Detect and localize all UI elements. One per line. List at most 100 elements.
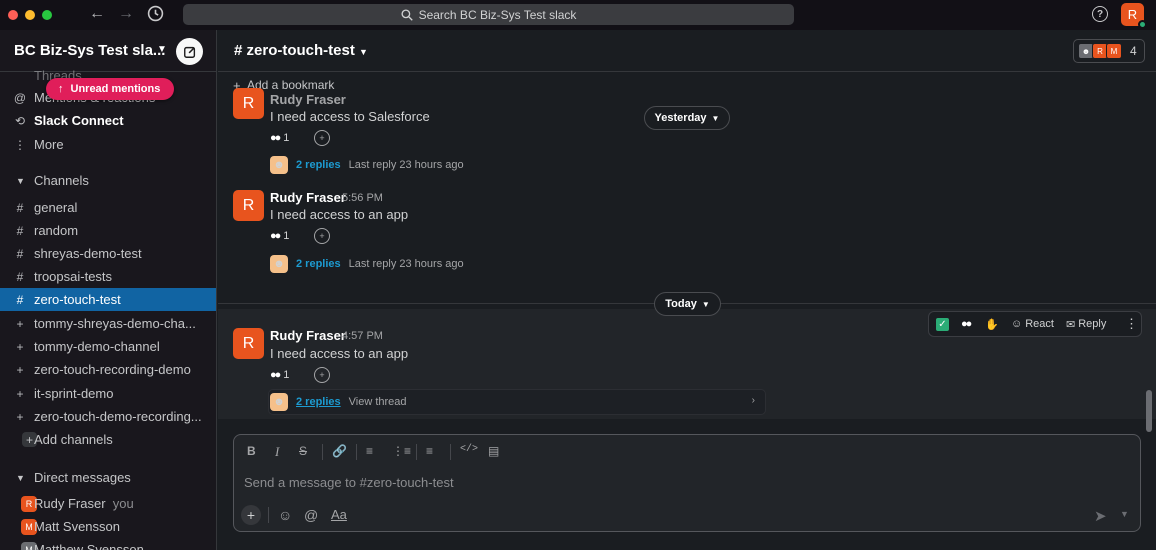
chevron-down-icon: ▼ xyxy=(359,47,368,57)
avatar[interactable]: R xyxy=(233,190,264,221)
emoji-icon[interactable]: ☺ xyxy=(278,507,292,523)
sidebar-channel-active[interactable]: # zero-touch-test xyxy=(0,288,216,311)
minimize-window-button[interactable] xyxy=(25,10,35,20)
toolbar-divider xyxy=(268,507,269,523)
message-time[interactable]: 5:56 PM xyxy=(342,192,383,204)
sidebar-item-more[interactable]: ⋮ More xyxy=(0,133,216,156)
reaction-eyes[interactable]: ●● 1 xyxy=(270,128,289,148)
sidebar-item-slack-connect[interactable]: ⟲ Slack Connect xyxy=(0,109,216,132)
sidebar-channel[interactable]: + it-sprint-demo xyxy=(0,382,216,405)
maximize-window-button[interactable] xyxy=(42,10,52,20)
strikethrough-icon[interactable]: S xyxy=(299,444,307,458)
ordered-list-icon[interactable]: ≡ xyxy=(366,444,373,458)
chevron-down-icon[interactable]: ▼ xyxy=(1120,509,1129,519)
compose-button[interactable] xyxy=(176,38,203,65)
italic-icon[interactable]: I xyxy=(275,444,279,460)
code-block-icon[interactable]: ▤ xyxy=(488,444,499,458)
attach-plus-icon[interactable]: + xyxy=(241,505,261,525)
chevron-down-icon: ▼ xyxy=(157,44,167,55)
reaction-eyes[interactable]: ●● 1 xyxy=(270,226,289,246)
sidebar-channel[interactable]: + zero-touch-demo-recording... xyxy=(0,405,216,428)
message-text: I need access to an app xyxy=(270,207,409,222)
thread-avatar-icon: ☻ xyxy=(270,255,288,273)
view-thread-link[interactable]: View thread xyxy=(349,396,407,408)
forward-arrow-icon[interactable]: → xyxy=(118,5,134,23)
workspace-name[interactable]: BC Biz-Sys Test sla... xyxy=(14,42,165,59)
add-reaction-icon[interactable]: + xyxy=(314,130,330,146)
help-icon[interactable]: ? xyxy=(1092,6,1108,22)
back-arrow-icon[interactable]: ← xyxy=(89,5,105,23)
add-bookmark-button[interactable]: + Add a bookmark xyxy=(218,73,1156,97)
message-time[interactable]: 4:57 PM xyxy=(342,330,383,342)
compose-icon xyxy=(183,46,195,58)
sidebar-channel[interactable]: # troopsai-tests xyxy=(0,265,216,288)
channel-icon: # xyxy=(16,200,24,215)
eyes-emoji-icon: ●● xyxy=(270,132,281,144)
chevron-down-icon: ▼ xyxy=(711,113,720,123)
channel-icon: # xyxy=(16,292,24,307)
sidebar-channel[interactable]: # general xyxy=(0,196,216,219)
react-button[interactable]: ☺ React xyxy=(1011,318,1054,330)
thread-summary[interactable]: ☻ 2 replies Last reply 23 hours ago xyxy=(270,253,464,275)
raised-hands-emoji-button[interactable]: ✋ xyxy=(985,318,999,331)
bulleted-list-icon[interactable]: ⋮≡ xyxy=(392,444,411,458)
channel-view: # zero-touch-test ▼ ☻ R M 4 + Add a book… xyxy=(218,30,1156,550)
sidebar-dm[interactable]: M Matt Svensson xyxy=(0,515,216,538)
checkmark-emoji-button[interactable]: ✓ xyxy=(936,317,949,331)
formatting-aa-icon[interactable]: Aa xyxy=(331,507,347,522)
add-reaction-icon[interactable]: + xyxy=(314,367,330,383)
sidebar-dm[interactable]: M Matthew Svensson xyxy=(0,538,216,550)
replies-link[interactable]: 2 replies xyxy=(296,396,341,408)
shared-channel-icon: + xyxy=(16,409,24,424)
members-button[interactable]: ☻ R M 4 xyxy=(1073,39,1145,63)
sidebar-channel[interactable]: # random xyxy=(0,219,216,242)
blockquote-icon[interactable]: ≡ xyxy=(426,444,433,458)
toolbar-divider xyxy=(416,444,417,460)
unread-mentions-button[interactable]: ↑ Unread mentions xyxy=(46,78,175,100)
close-window-button[interactable] xyxy=(8,10,18,20)
bold-icon[interactable]: B xyxy=(247,444,256,458)
send-icon[interactable]: ➤ xyxy=(1094,507,1107,525)
scrollbar-thumb[interactable] xyxy=(1146,390,1152,432)
avatar[interactable]: R xyxy=(233,328,264,359)
add-reaction-icon[interactable]: + xyxy=(314,228,330,244)
add-channels-button[interactable]: + Add channels xyxy=(0,428,216,451)
sidebar-channel[interactable]: + tommy-shreyas-demo-cha... xyxy=(0,312,216,335)
toolbar-divider xyxy=(356,444,357,460)
dm-section-header[interactable]: ▼ Direct messages xyxy=(0,466,216,489)
replies-link[interactable]: 2 replies xyxy=(296,258,341,270)
code-icon[interactable]: </> xyxy=(460,444,478,455)
sidebar-channel[interactable]: + zero-touch-recording-demo xyxy=(0,358,216,381)
history-clock-icon[interactable] xyxy=(147,5,164,27)
message-composer[interactable]: B I S 🔗 ≡ ⋮≡ ≡ </> ▤ Send a message to #… xyxy=(233,434,1141,532)
sidebar-channel[interactable]: # shreyas-demo-test xyxy=(0,242,216,265)
channels-section-header[interactable]: ▼ Channels xyxy=(0,169,216,192)
replies-link[interactable]: 2 replies xyxy=(296,159,341,171)
eyes-emoji-button[interactable]: ●● xyxy=(961,318,972,330)
channel-title[interactable]: # zero-touch-test ▼ xyxy=(234,42,368,59)
message-author[interactable]: Rudy Fraser xyxy=(270,328,346,343)
date-divider-today[interactable]: Today ▼ xyxy=(654,292,721,316)
reply-button[interactable]: ✉ Reply xyxy=(1066,318,1106,331)
date-divider-yesterday[interactable]: Yesterday ▼ xyxy=(644,106,730,130)
slack-connect-icon: ⟲ xyxy=(14,113,26,128)
message-author[interactable]: Rudy Fraser xyxy=(270,190,346,205)
message-text: I need access to Salesforce xyxy=(270,109,430,124)
avatar[interactable]: R xyxy=(233,88,264,119)
caret-down-icon: ▼ xyxy=(16,472,25,483)
message-input-placeholder[interactable]: Send a message to #zero-touch-test xyxy=(244,475,454,490)
search-bar[interactable]: Search BC Biz-Sys Test slack xyxy=(183,4,794,25)
link-icon[interactable]: 🔗 xyxy=(332,444,347,458)
thread-summary[interactable]: ☻ 2 replies View thread xyxy=(270,391,407,413)
sidebar-channel[interactable]: + tommy-demo-channel xyxy=(0,335,216,358)
window-titlebar: ← → Search BC Biz-Sys Test slack ? R xyxy=(0,0,1156,30)
chevron-right-icon: › xyxy=(751,395,755,406)
more-actions-icon[interactable]: ⋮ xyxy=(1125,316,1138,332)
sidebar-dm[interactable]: R Rudy Fraser you xyxy=(0,492,216,515)
thread-summary[interactable]: ☻ 2 replies Last reply 23 hours ago xyxy=(270,154,464,176)
reaction-eyes[interactable]: ●● 1 xyxy=(270,365,289,385)
member-count: 4 xyxy=(1130,44,1137,58)
message-author[interactable]: Rudy Fraser xyxy=(270,92,346,107)
mention-at-icon[interactable]: @ xyxy=(304,507,318,523)
user-avatar[interactable]: R xyxy=(1121,3,1147,29)
